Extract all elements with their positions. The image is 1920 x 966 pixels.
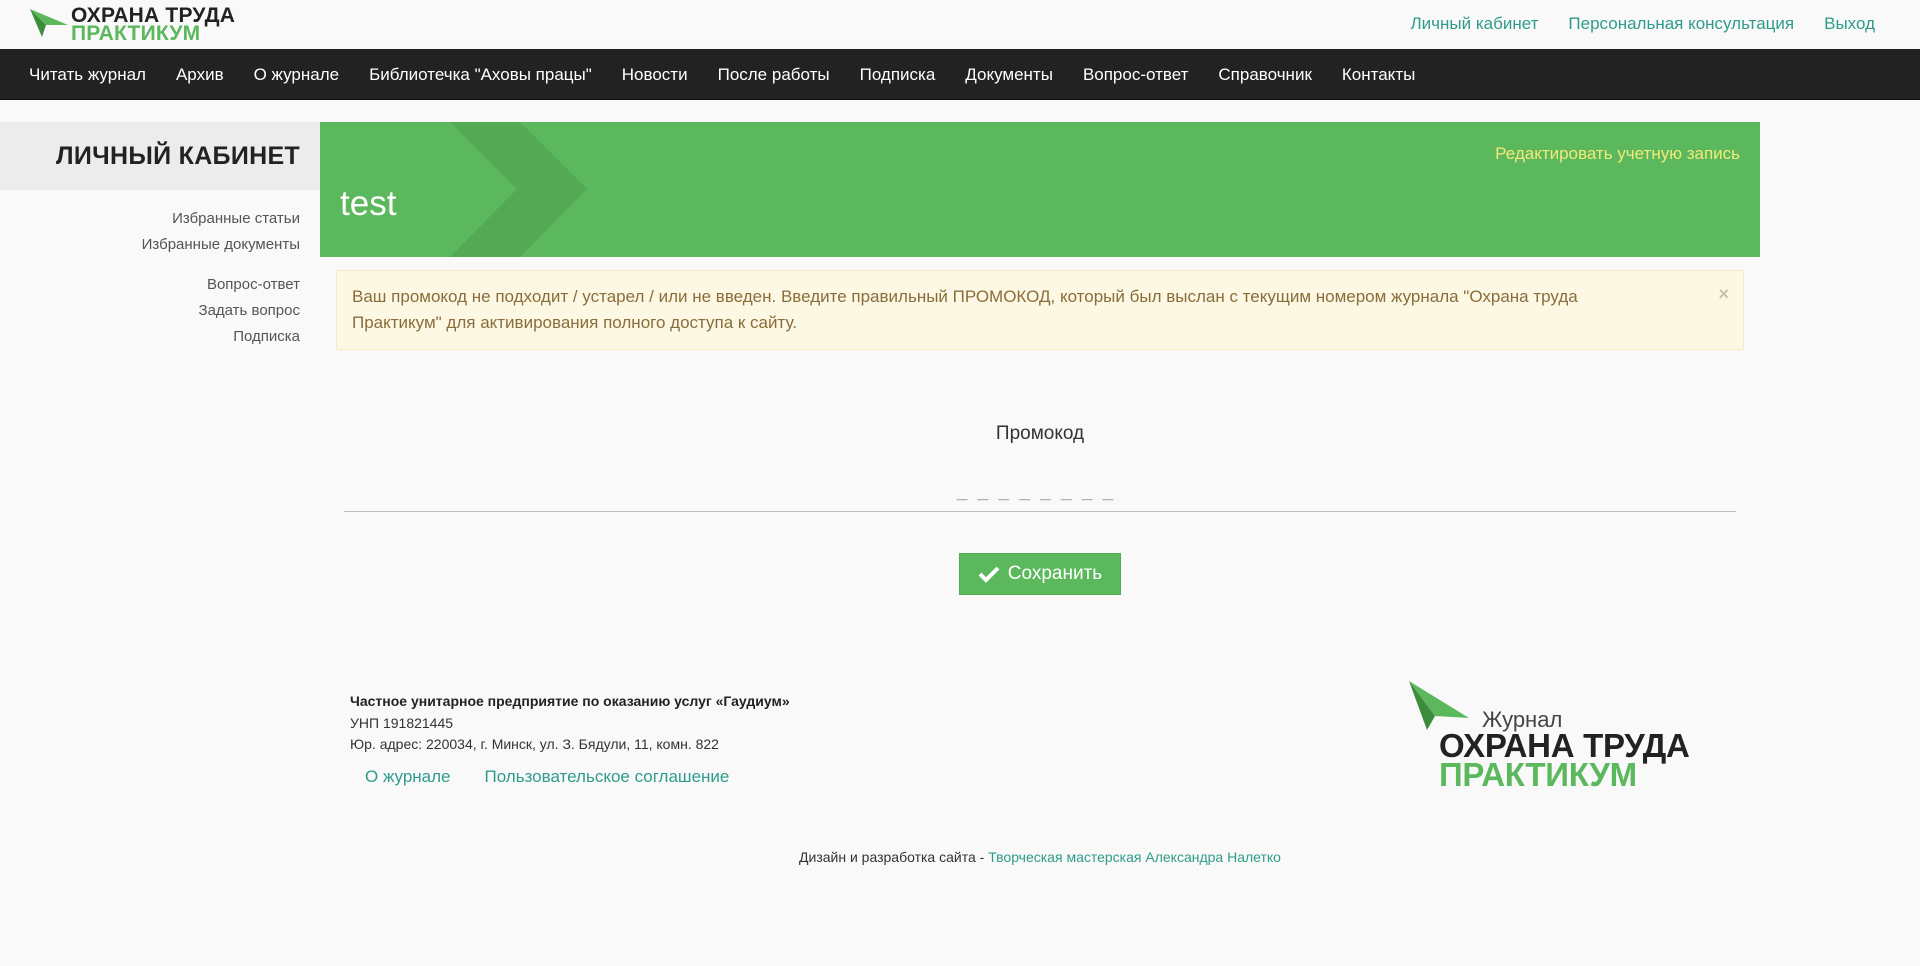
nav-item-subscription[interactable]: Подписка (845, 49, 951, 99)
sidebar-item-favorite-documents[interactable]: Избранные документы (0, 232, 300, 258)
footer-unp: УНП 191821445 (350, 715, 454, 731)
promo-warning-alert: Ваш промокод не подходит / устарел / или… (336, 270, 1744, 350)
sidebar-title-box: ЛИЧНЫЙ КАБИНЕТ (0, 122, 320, 190)
personal-cabinet-link[interactable]: Личный кабинет (1411, 14, 1539, 34)
footer-logo[interactable]: Журнал ОХРАНА ТРУДА ПРАКТИКУМ (1405, 680, 1690, 793)
save-button[interactable]: Сохранить (959, 553, 1121, 595)
top-links: Личный кабинет Персональная консультация… (1411, 14, 1875, 34)
edit-account-link[interactable]: Редактировать учетную запись (1495, 144, 1740, 164)
nav-item-qa[interactable]: Вопрос-ответ (1068, 49, 1203, 99)
nav-item-news[interactable]: Новости (607, 49, 703, 99)
credits-link[interactable]: Творческая мастерская Александра Налетко (988, 849, 1281, 865)
personal-consultation-link[interactable]: Персональная консультация (1568, 14, 1794, 34)
paper-plane-icon (1409, 681, 1469, 730)
logout-link[interactable]: Выход (1824, 14, 1875, 34)
nav-item-reference[interactable]: Справочник (1203, 49, 1327, 99)
sidebar-favorites-group: Избранные статьи Избранные документы (0, 206, 300, 258)
footer-links: О журнале Пользовательское соглашение (365, 767, 729, 787)
nav-item-library[interactable]: Библиотечка "Аховы працы" (354, 49, 607, 99)
sidebar-item-subscription[interactable]: Подписка (0, 324, 300, 350)
paper-plane-icon (30, 9, 68, 37)
footer-link-user-agreement[interactable]: Пользовательское соглашение (485, 767, 730, 787)
save-button-label: Сохранить (1007, 563, 1103, 584)
check-icon (978, 566, 1000, 583)
user-banner: test Редактировать учетную запись (320, 122, 1760, 257)
top-header: ОХРАНА ТРУДА ПРАКТИКУМ Личный кабинет Пе… (0, 0, 1920, 49)
sidebar-item-favorite-articles[interactable]: Избранные статьи (0, 206, 300, 232)
footer-company: Частное унитарное предприятие по оказани… (350, 693, 790, 709)
site-logo[interactable]: ОХРАНА ТРУДА ПРАКТИКУМ (30, 5, 235, 45)
main-nav: Читать журнал Архив О журнале Библиотечк… (0, 49, 1920, 100)
nav-item-read-journal[interactable]: Читать журнал (14, 49, 161, 99)
promo-input[interactable] (344, 470, 1736, 512)
nav-item-about-journal[interactable]: О журнале (239, 49, 355, 99)
sidebar-item-ask-question[interactable]: Задать вопрос (0, 298, 300, 324)
sidebar-actions-group: Вопрос-ответ Задать вопрос Подписка (0, 272, 300, 350)
footer-address: Юр. адрес: 220034, г. Минск, ул. З. Бяду… (350, 736, 719, 752)
footer-logo-line2: ПРАКТИКУМ (1439, 756, 1637, 793)
nav-item-archive[interactable]: Архив (161, 49, 239, 99)
footer-link-about[interactable]: О журнале (365, 767, 451, 787)
sidebar-item-qa[interactable]: Вопрос-ответ (0, 272, 300, 298)
nav-item-contacts[interactable]: Контакты (1327, 49, 1430, 99)
site-credits: Дизайн и разработка сайта - Творческая м… (0, 849, 1920, 865)
alert-message: Ваш промокод не подходит / устарел / или… (352, 287, 1578, 332)
logo-text-line2: ПРАКТИКУМ (71, 22, 201, 45)
username: test (340, 184, 397, 223)
credits-prefix: Дизайн и разработка сайта - (799, 849, 989, 865)
nav-item-after-work[interactable]: После работы (703, 49, 845, 99)
close-icon[interactable]: × (1718, 281, 1729, 307)
promo-label: Промокод (995, 423, 1085, 444)
sidebar-title: ЛИЧНЫЙ КАБИНЕТ (56, 142, 300, 170)
nav-item-documents[interactable]: Документы (950, 49, 1068, 99)
